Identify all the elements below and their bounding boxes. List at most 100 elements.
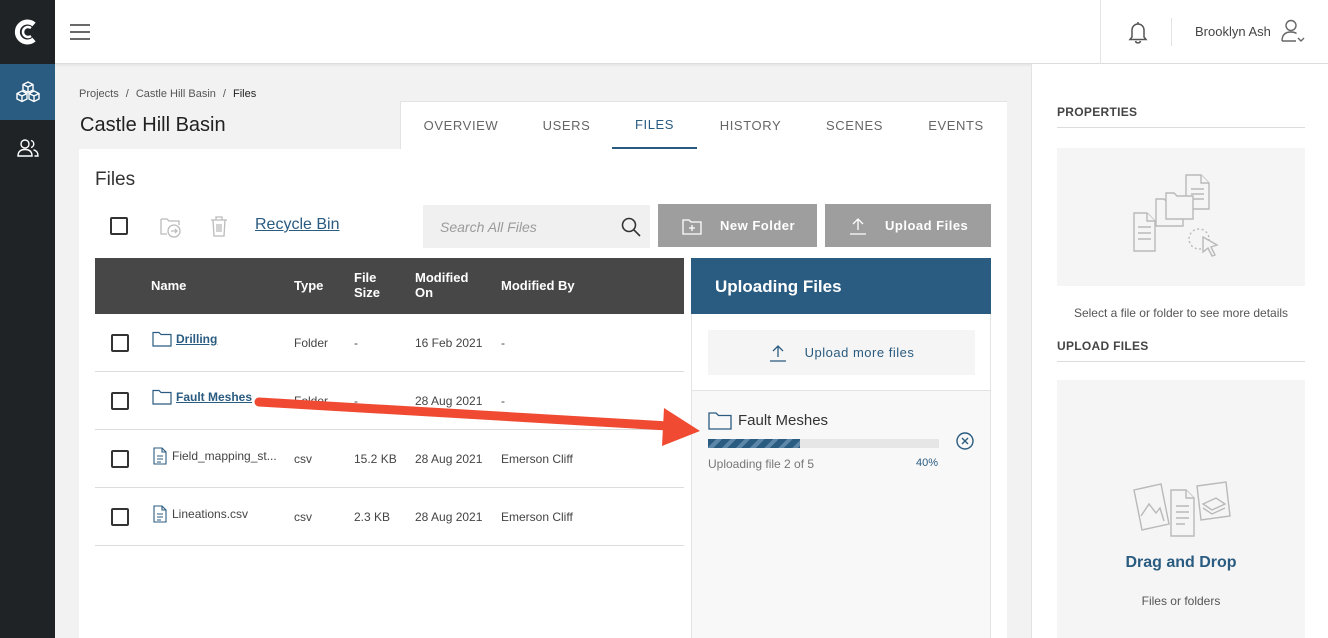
upload-item-name: Fault Meshes [708,411,828,430]
properties-placeholder-text: Select a file or folder to see more deta… [1073,306,1289,320]
row-checkbox[interactable] [111,450,129,468]
select-all-checkbox[interactable] [110,217,128,235]
row-size: 2.3 KB [354,510,391,524]
row-modified-by: - [501,336,505,350]
row-modified-on: 28 Aug 2021 [415,452,483,466]
files-card: Files Recycle Bin New Folder Upload File… [79,149,1007,638]
column-header-size-line1: File [354,270,377,285]
search-input[interactable] [423,205,613,248]
upload-percent: 40% [916,457,939,469]
column-header-modified-on[interactable]: Modified On [415,270,468,300]
search-box [423,205,650,248]
properties-heading: PROPERTIES [1057,105,1138,119]
tab-events[interactable]: EVENTS [905,102,1007,149]
upload-progress-bar [708,439,939,448]
column-header-name[interactable]: Name [151,278,186,293]
file-name[interactable]: Lineations.csv [172,507,248,521]
page-title: Castle Hill Basin [80,114,226,136]
uploading-title: Uploading Files [691,258,991,314]
breadcrumb-separator: / [125,88,129,100]
user-name[interactable]: Brooklyn Ash [1195,24,1271,39]
add-folder-icon [682,218,702,235]
row-modified-by: - [501,394,505,408]
delete-icon[interactable] [206,213,232,239]
row-type: csv [294,510,312,524]
upload-status: Uploading file 2 of 5 [708,457,815,471]
drag-and-drop-zone[interactable]: Drag and Drop Files or folders [1057,380,1305,638]
app-logo[interactable] [0,0,55,64]
topbar-divider [1100,0,1101,64]
top-bar: Brooklyn Ash [55,0,1328,64]
new-folder-button[interactable]: New Folder [658,204,817,247]
file-name-link[interactable]: Fault Meshes [176,390,252,404]
row-name: Fault Meshes [152,389,252,405]
files-select-illustration-icon [1133,174,1219,257]
breadcrumb-castle-hill-basin[interactable]: Castle Hill Basin [136,88,216,100]
upload-files-label: Upload Files [885,218,969,233]
row-name: Drilling [152,331,217,347]
breadcrumb-separator: / [222,88,226,100]
row-checkbox[interactable] [111,392,129,410]
menu-icon[interactable] [68,20,92,44]
uploading-panel: Uploading Files Upload more files Fault … [691,258,991,638]
row-checkbox[interactable] [111,334,129,352]
folder-icon [152,389,172,405]
tab-overview[interactable]: OVERVIEW [401,102,521,149]
recycle-bin-link[interactable]: Recycle Bin [255,216,339,234]
tab-files[interactable]: FILES [612,102,697,149]
nav-rail [0,0,55,638]
breadcrumb-files: Files [232,88,257,100]
search-icon[interactable] [620,216,642,238]
files-table-header: Name Type File Size Modified On Modified B… [95,258,684,314]
drag-drop-illustration-icon [1133,481,1231,537]
table-row[interactable]: Field_mapping_st... csv 15.2 KB 28 Aug 2… [95,430,684,488]
row-size: 15.2 KB [354,452,397,466]
row-type: csv [294,452,312,466]
row-type: Folder [294,336,329,350]
tab-scenes[interactable]: SCENES [804,102,905,149]
file-name-link[interactable]: Drilling [176,332,217,346]
upload-icon [769,344,786,362]
tab-users[interactable]: USERS [521,102,612,149]
row-modified-by: Emerson Cliff [501,510,573,524]
folder-icon [152,331,172,347]
users-icon [16,139,39,157]
column-header-size-line2: Size [354,285,381,300]
column-header-modified-by[interactable]: Modified By [501,278,575,293]
cancel-upload-icon[interactable] [955,431,975,451]
tab-history[interactable]: HISTORY [697,102,804,149]
nav-item-users[interactable] [0,120,55,176]
cubes-icon [15,81,40,103]
bell-icon[interactable] [1127,20,1149,44]
user-account-icon[interactable] [1279,17,1307,45]
upload-item: Fault Meshes Uploading file 2 of 5 40% [692,391,990,638]
column-header-size[interactable]: File Size [354,270,380,300]
topbar-divider [1171,18,1172,46]
row-checkbox[interactable] [111,508,129,526]
row-modified-on: 28 Aug 2021 [415,510,483,524]
file-name[interactable]: Field_mapping_st... [172,449,277,463]
upload-more-files-button[interactable]: Upload more files [708,330,975,375]
nav-item-projects[interactable] [0,64,55,120]
upload-progress-fill [708,439,801,448]
document-icon [153,447,167,465]
row-name: Field_mapping_st... [152,447,277,465]
row-type: Folder [294,394,329,408]
document-icon [153,505,167,523]
properties-placeholder [1057,148,1305,286]
upload-files-heading: UPLOAD FILES [1057,339,1149,353]
breadcrumb-projects[interactable]: Projects [79,88,119,100]
move-to-folder-icon[interactable] [158,213,184,239]
table-row[interactable]: Lineations.csv csv 2.3 KB 28 Aug 2021 Em… [95,488,684,546]
row-size: - [354,394,358,408]
files-title: Files [95,169,136,190]
upload-files-button[interactable]: Upload Files [825,204,991,247]
column-header-type[interactable]: Type [294,278,323,293]
table-row[interactable]: Fault Meshes Folder - 28 Aug 2021 - [95,372,684,430]
logo-icon [14,19,36,45]
properties-divider [1057,127,1305,128]
row-modified-by: Emerson Cliff [501,452,573,466]
new-folder-label: New Folder [720,218,796,233]
table-row[interactable]: Drilling Folder - 16 Feb 2021 - [95,314,684,372]
row-modified-on: 28 Aug 2021 [415,394,483,408]
